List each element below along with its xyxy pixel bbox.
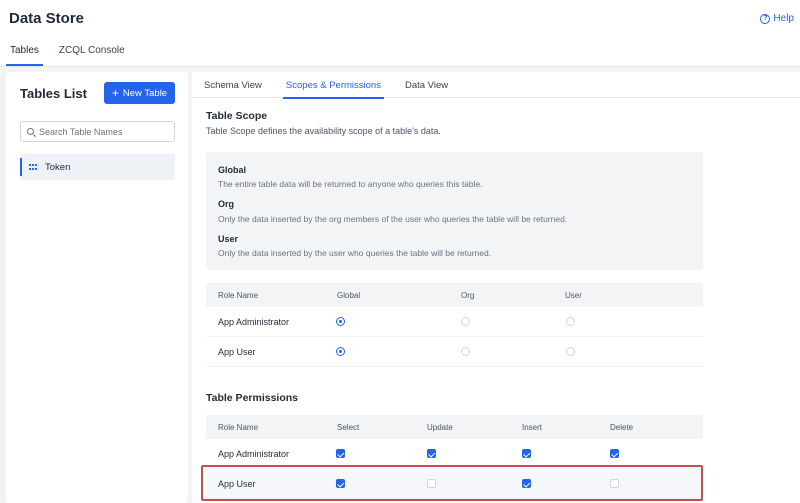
tab-data-view[interactable]: Data View	[393, 72, 460, 98]
checkbox-delete[interactable]	[610, 479, 619, 488]
table-row: App Administrator	[206, 439, 703, 469]
checkbox-select[interactable]	[336, 479, 345, 488]
checkbox-select[interactable]	[336, 449, 345, 458]
help-link[interactable]: ? Help	[760, 13, 794, 24]
tab-scopes-permissions[interactable]: Scopes & Permissions	[274, 72, 393, 99]
scope-table: Role Name Global Org User App Administra…	[206, 283, 703, 367]
plus-icon: +	[111, 86, 119, 100]
table-permissions-heading: Table Permissions	[206, 392, 299, 404]
search-input[interactable]	[39, 126, 174, 137]
column-header: Delete	[610, 422, 634, 432]
scope-info-box: Global The entire table data will be ret…	[206, 152, 703, 270]
tab-tables[interactable]: Tables	[0, 42, 49, 66]
column-header: Role Name	[218, 290, 259, 300]
scope-user-name: User	[218, 234, 239, 244]
sidebar-title: Tables List	[20, 86, 87, 101]
table-icon	[29, 163, 37, 171]
scope-org-desc: Only the data inserted by the org member…	[218, 214, 568, 224]
column-header: Select	[337, 422, 360, 432]
role-name: App Administrator	[218, 316, 290, 327]
table-row: App User	[206, 469, 703, 499]
column-header: Update	[427, 422, 453, 432]
checkbox-insert[interactable]	[522, 479, 531, 488]
help-icon: ?	[760, 13, 771, 24]
checkbox-update[interactable]	[427, 449, 436, 458]
page-title: Data Store	[9, 10, 85, 27]
help-label: Help	[773, 13, 794, 24]
radio-user[interactable]	[566, 347, 575, 356]
tab-schema-view[interactable]: Schema View	[192, 72, 274, 98]
scope-org-name: Org	[218, 199, 235, 209]
table-row: App User	[206, 337, 703, 367]
sidebar-item-token[interactable]: Token	[20, 154, 175, 180]
checkbox-insert[interactable]	[522, 449, 531, 458]
main-panel: Schema View Scopes & Permissions Data Vi…	[192, 72, 800, 503]
column-header: Global	[337, 290, 361, 300]
radio-global[interactable]	[336, 317, 345, 326]
table-search	[20, 121, 175, 142]
column-header: User	[565, 290, 582, 300]
scope-user-desc: Only the data inserted by the user who q…	[218, 248, 492, 258]
search-icon	[27, 128, 34, 135]
table-scope-description: Table Scope defines the availability sco…	[206, 126, 441, 136]
table-name: Token	[45, 161, 71, 173]
table-row: App Administrator	[206, 307, 703, 337]
top-bar: Data Store ? Help Tables ZCQL Console	[0, 0, 800, 66]
role-name: App Administrator	[218, 448, 290, 459]
column-header: Role Name	[218, 422, 259, 432]
scope-table-header: Role Name Global Org User	[206, 283, 703, 307]
permissions-table: Role Name Select Update Insert Delete Ap…	[206, 415, 703, 499]
radio-global[interactable]	[336, 347, 345, 356]
new-table-label: New Table	[122, 87, 168, 99]
column-header: Insert	[522, 422, 543, 432]
scope-global-desc: The entire table data will be returned t…	[218, 179, 483, 189]
radio-user[interactable]	[566, 317, 575, 326]
role-name: App User	[218, 346, 256, 357]
table-scope-heading: Table Scope	[206, 110, 268, 122]
tables-sidebar: Tables List + New Table Token	[6, 72, 188, 503]
radio-org[interactable]	[461, 317, 470, 326]
column-header: Org	[461, 290, 475, 300]
top-tabs: Tables ZCQL Console	[0, 42, 135, 66]
radio-org[interactable]	[461, 347, 470, 356]
checkbox-update[interactable]	[427, 479, 436, 488]
permissions-table-header: Role Name Select Update Insert Delete	[206, 415, 703, 439]
sub-tabs: Schema View Scopes & Permissions Data Vi…	[192, 72, 800, 99]
checkbox-delete[interactable]	[610, 449, 619, 458]
scope-global-name: Global	[218, 165, 247, 175]
new-table-button[interactable]: + New Table	[104, 82, 175, 104]
tab-zcql-console[interactable]: ZCQL Console	[49, 42, 135, 66]
role-name: App User	[218, 478, 256, 489]
